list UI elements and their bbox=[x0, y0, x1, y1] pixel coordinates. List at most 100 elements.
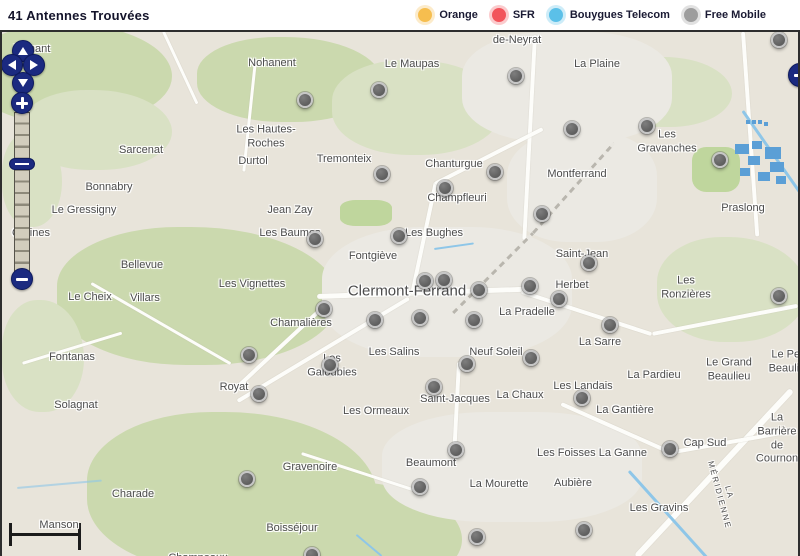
place-label: Montferrand bbox=[547, 168, 607, 181]
antenna-marker[interactable] bbox=[437, 180, 453, 196]
place-label: Les Gravins bbox=[629, 502, 689, 515]
antenna-marker[interactable] bbox=[316, 301, 332, 317]
antenna-marker[interactable] bbox=[771, 32, 787, 48]
operator-color-dot bbox=[683, 8, 698, 22]
place-label: Charade bbox=[111, 488, 155, 501]
antenna-marker[interactable] bbox=[239, 471, 255, 487]
place-label: Jean Zay bbox=[267, 204, 313, 217]
arrow-down-icon bbox=[18, 79, 28, 87]
antenna-marker[interactable] bbox=[371, 82, 387, 98]
antenna-marker[interactable] bbox=[426, 379, 442, 395]
zoom-slider-track[interactable] bbox=[14, 112, 30, 274]
antenna-marker[interactable] bbox=[322, 357, 338, 373]
header-bar: 41 Antennes Trouvées Orange SFR Bouygues… bbox=[0, 0, 800, 30]
legend-item[interactable]: Free Mobile bbox=[683, 8, 766, 22]
place-label: La Pardieu bbox=[627, 369, 681, 382]
place-label: Tremonteix bbox=[316, 153, 372, 166]
place-label: La Pradelle bbox=[499, 306, 555, 319]
antenna-marker[interactable] bbox=[241, 347, 257, 363]
antenna-marker[interactable] bbox=[471, 282, 487, 298]
antenna-marker[interactable] bbox=[574, 390, 590, 406]
place-label: Royat bbox=[219, 381, 249, 394]
place-label: Les Hautes- Roches bbox=[236, 123, 296, 149]
antenna-marker[interactable] bbox=[523, 350, 539, 366]
map-canvas[interactable]: Ternant Nohanent Le Maupas de-Neyrat La … bbox=[0, 30, 800, 556]
place-label: Beaumont bbox=[405, 457, 457, 470]
arrow-left-icon bbox=[8, 60, 16, 70]
antenna-marker[interactable] bbox=[551, 291, 567, 307]
place-label: Fontgiève bbox=[348, 250, 398, 263]
antenna-marker[interactable] bbox=[487, 164, 503, 180]
operator-legend: Orange SFR Bouygues Telecom Free Mobile bbox=[418, 8, 766, 22]
results-count-title: 41 Antennes Trouvées bbox=[8, 7, 150, 23]
place-label: Les Vignettes bbox=[218, 278, 286, 291]
antenna-marker[interactable] bbox=[251, 386, 267, 402]
antenna-marker[interactable] bbox=[469, 529, 485, 545]
place-label: Les Salins bbox=[368, 346, 420, 359]
zoom-in-button[interactable] bbox=[11, 92, 33, 114]
secondary-zoom-in-button[interactable] bbox=[788, 63, 798, 87]
antenna-marker[interactable] bbox=[712, 152, 728, 168]
antenna-marker[interactable] bbox=[374, 166, 390, 182]
place-label: Boisséjour bbox=[266, 522, 318, 535]
arrow-up-icon bbox=[18, 47, 28, 55]
operator-color-dot bbox=[548, 8, 563, 22]
place-label: Champfleuri bbox=[427, 192, 487, 205]
place-label: La Sarre bbox=[578, 336, 622, 349]
place-label: Bonnabry bbox=[85, 181, 133, 194]
operator-color-dot bbox=[418, 8, 433, 22]
operator-name: Orange bbox=[439, 9, 478, 21]
operator-name: Bouygues Telecom bbox=[569, 9, 670, 21]
pan-down-button[interactable] bbox=[12, 72, 34, 94]
place-label: Durtol bbox=[238, 155, 268, 168]
legend-item[interactable]: Bouygues Telecom bbox=[548, 8, 670, 22]
place-label: Bellevue bbox=[120, 259, 164, 272]
antenna-marker[interactable] bbox=[417, 273, 433, 289]
plus-icon bbox=[794, 69, 798, 81]
zoom-out-button[interactable] bbox=[11, 268, 33, 290]
place-label: Villars bbox=[130, 292, 160, 305]
place-label: Fontanas bbox=[49, 351, 95, 364]
antenna-marker[interactable] bbox=[662, 441, 678, 457]
antenna-marker[interactable] bbox=[602, 317, 618, 333]
zoom-slider-handle[interactable] bbox=[9, 158, 35, 170]
antenna-marker[interactable] bbox=[412, 310, 428, 326]
place-label: Praslong bbox=[721, 202, 765, 215]
place-label: de-Neyrat bbox=[492, 34, 542, 47]
antenna-marker[interactable] bbox=[367, 312, 383, 328]
antenna-marker[interactable] bbox=[466, 312, 482, 328]
legend-item[interactable]: Orange bbox=[418, 8, 478, 22]
place-label: Saint-Jacques bbox=[420, 393, 490, 406]
antenna-marker[interactable] bbox=[639, 118, 655, 134]
antenna-marker[interactable] bbox=[576, 522, 592, 538]
place-label: Le Petit Beaulieu bbox=[768, 348, 800, 374]
operator-color-dot bbox=[491, 8, 506, 22]
antenna-marker[interactable] bbox=[391, 228, 407, 244]
antenna-marker[interactable] bbox=[534, 206, 550, 222]
antenna-marker[interactable] bbox=[771, 288, 787, 304]
antenna-marker[interactable] bbox=[459, 356, 475, 372]
place-label: La Chaux bbox=[496, 389, 544, 402]
antenna-marker[interactable] bbox=[522, 278, 538, 294]
legend-item[interactable]: SFR bbox=[491, 8, 535, 22]
antenna-marker[interactable] bbox=[436, 272, 452, 288]
antenna-marker[interactable] bbox=[581, 255, 597, 271]
place-label: Gravenoire bbox=[282, 461, 338, 474]
operator-name: Free Mobile bbox=[704, 9, 766, 21]
antenna-marker[interactable] bbox=[448, 442, 464, 458]
antenna-marker[interactable] bbox=[508, 68, 524, 84]
plus-icon bbox=[16, 97, 28, 109]
place-label: Aubière bbox=[554, 477, 592, 490]
place-label: Le Grand Beaulieu bbox=[706, 356, 752, 382]
place-label: Neuf Soleil bbox=[469, 346, 523, 359]
place-label: Les Ronzières bbox=[661, 274, 711, 300]
place-label: La Barrière de Cournon bbox=[755, 411, 799, 465]
place-label: Le Maupas bbox=[384, 58, 440, 71]
antenna-marker[interactable] bbox=[412, 479, 428, 495]
antenna-marker[interactable] bbox=[307, 231, 323, 247]
place-label: La Plaine bbox=[574, 58, 620, 71]
antenna-marker[interactable] bbox=[564, 121, 580, 137]
antenna-marker[interactable] bbox=[297, 92, 313, 108]
antenna-marker[interactable] bbox=[304, 547, 320, 556]
place-label: Chanturgue bbox=[425, 158, 483, 171]
